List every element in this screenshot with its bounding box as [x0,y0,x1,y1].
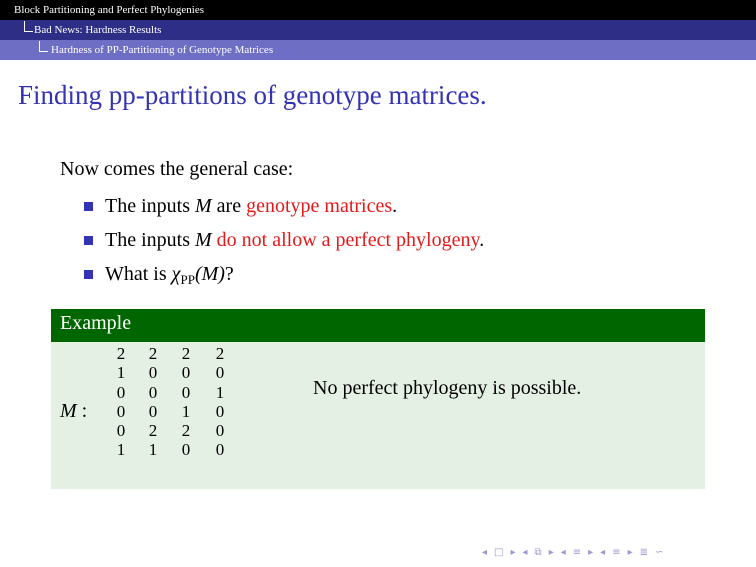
matrix-cell: 0 [116,401,126,421]
matrix-cell: 0 [181,363,191,383]
item-text-part: . [479,229,485,251]
matrix-cell: 0 [181,382,191,402]
matrix-cell: 0 [181,440,191,460]
doc-next-icon[interactable]: ▸ [628,545,633,561]
frame-box-icon[interactable]: □ [494,545,503,561]
list-item-text: The inputs M are genotype matrices. [105,193,397,219]
matrix-cell: 0 [215,401,225,421]
matrix-cell: 0 [215,421,225,441]
bullet-square-icon [84,236,93,245]
align-icon[interactable]: ≣ [640,545,648,561]
section-next-icon[interactable]: ▸ [588,545,593,561]
matrix-cell: 2 [181,421,191,441]
matrix-cell: 1 [148,440,158,460]
matrix-cell: 1 [116,440,126,460]
search-icon[interactable]: ∽ [655,545,663,561]
matrix-cell: 2 [215,344,225,363]
matrix-variable: M [195,229,212,251]
matrix-cell: 0 [148,401,158,421]
slide-title: Finding pp-partitions of genotype matric… [18,80,487,110]
doc-box-icon[interactable]: ≡ [612,545,620,561]
header-subsection[interactable]: Bad News: Hardness Results [34,20,161,40]
highlight-text: do not allow a perfect phylogeny [216,229,480,251]
list-item-text: What is χPP(M)? [105,261,234,289]
beamer-navigation: ◂ □ ▸ ◂ ⧉ ▸ ◂ ≡ ▸ ◂ ≡ ▸ ≣ ∽ [482,545,752,561]
list-item-text: The inputs M do not allow a perfect phyl… [105,227,484,253]
header-subsubsection-bar[interactable]: Hardness of PP-Partitioning of Genotype … [0,40,756,60]
item-text-part: are [211,195,247,217]
item-text-part: The inputs [105,229,195,251]
header-section-bar[interactable]: Block Partitioning and Perfect Phylogeni… [0,0,756,20]
section-prev-icon[interactable]: ◂ [561,545,566,561]
bullet-square-icon [84,270,93,279]
header-subsubsection[interactable]: Hardness of PP-Partitioning of Genotype … [51,40,273,60]
example-remark: No perfect phylogeny is possible. [313,377,582,399]
matrix-cell: 0 [215,363,225,383]
chi-subscript: PP [180,272,195,287]
matrix-label-variable: M [60,400,77,422]
matrix-label: M : [60,400,88,422]
example-heading: Example [60,312,132,334]
matrix-cell: 0 [148,382,158,402]
item-text-part: ? [224,263,234,285]
intro-text: Now comes the general case: [60,158,294,180]
subsection-prev-icon[interactable]: ◂ [523,545,528,561]
matrix-cell: 1 [215,382,225,402]
matrix-cell: 1 [116,363,126,383]
item-text-part: . [392,195,398,217]
matrix-cell: 2 [148,344,158,363]
header-section[interactable]: Block Partitioning and Perfect Phylogeni… [14,0,204,20]
matrix-cell: 2 [116,344,126,363]
bullet-square-icon [84,202,93,211]
tree-connector-icon [24,21,33,32]
matrix-cell: 0 [116,421,126,441]
header-subsection-bar[interactable]: Bad News: Hardness Results [0,20,756,40]
frame-next-icon[interactable]: ▸ [510,545,515,561]
item-text-part: The inputs [105,195,195,217]
subsection-next-icon[interactable]: ▸ [549,545,554,561]
matrix-cell: 2 [148,421,158,441]
matrix-cell: 2 [181,344,191,363]
subsection-box-icon[interactable]: ⧉ [535,545,542,561]
item-text-part: What is [105,263,172,285]
matrix-cell: 0 [148,363,158,383]
frame-prev-icon[interactable]: ◂ [482,545,487,561]
chi-argument: (M) [194,263,225,285]
highlight-text: genotype matrices [246,195,393,217]
matrix-cell: 0 [215,440,225,460]
matrix-cell: 1 [181,401,191,421]
matrix-cell: 0 [116,382,126,402]
doc-prev-icon[interactable]: ◂ [600,545,605,561]
example-block-header: Example [51,309,705,342]
section-box-icon[interactable]: ≡ [573,545,581,561]
tree-connector-icon [39,41,48,52]
matrix-variable: M [195,195,212,217]
